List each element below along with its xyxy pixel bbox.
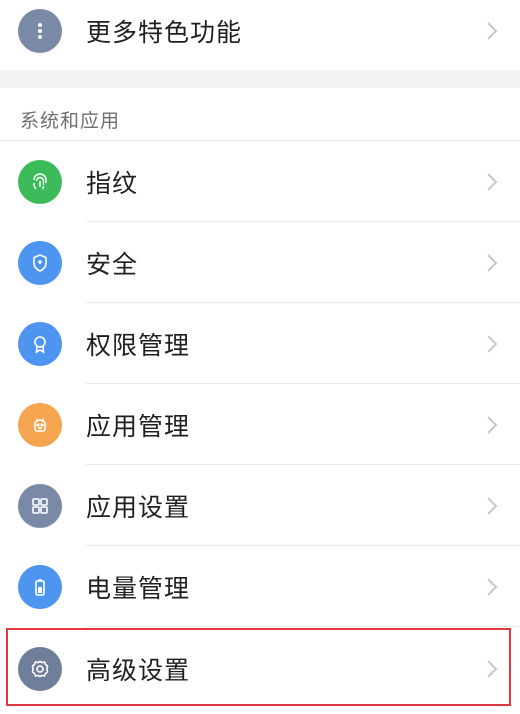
chevron-right-icon <box>487 334 498 353</box>
chevron-right-icon <box>487 577 498 596</box>
chevron-right-icon <box>487 496 498 515</box>
settings-item-label: 指纹 <box>86 168 139 198</box>
chevron-right-icon <box>487 253 498 272</box>
more-features-label: 更多特色功能 <box>86 17 243 47</box>
settings-item-label: 安全 <box>86 249 139 279</box>
battery-icon <box>18 564 62 609</box>
divider <box>86 626 520 627</box>
badge-icon <box>18 321 62 366</box>
chevron-right-icon <box>487 415 498 434</box>
settings-item-app-settings[interactable]: 应用设置 <box>0 465 520 546</box>
fingerprint-icon <box>18 159 62 204</box>
chevron-right-icon <box>487 172 498 191</box>
shield-icon <box>18 240 62 285</box>
settings-item-label: 电量管理 <box>86 573 191 603</box>
section-header: 系统和应用 <box>20 110 121 132</box>
settings-item-fingerprint[interactable]: 指纹 <box>0 141 520 222</box>
chevron-right-icon <box>487 21 498 40</box>
android-icon <box>18 402 62 447</box>
section-gap <box>0 70 520 88</box>
settings-item-battery[interactable]: 电量管理 <box>0 546 520 627</box>
settings-item-security[interactable]: 安全 <box>0 222 520 303</box>
grid-icon <box>18 483 62 528</box>
more-dots-icon <box>18 8 62 53</box>
settings-item-label: 应用设置 <box>86 492 191 522</box>
settings-item-permissions[interactable]: 权限管理 <box>0 303 520 384</box>
settings-item-app-management[interactable]: 应用管理 <box>0 384 520 465</box>
settings-item-label: 权限管理 <box>86 330 191 360</box>
settings-item-label: 应用管理 <box>86 411 191 441</box>
highlight-box <box>6 628 511 706</box>
more-features-item[interactable]: 更多特色功能 <box>0 0 520 71</box>
